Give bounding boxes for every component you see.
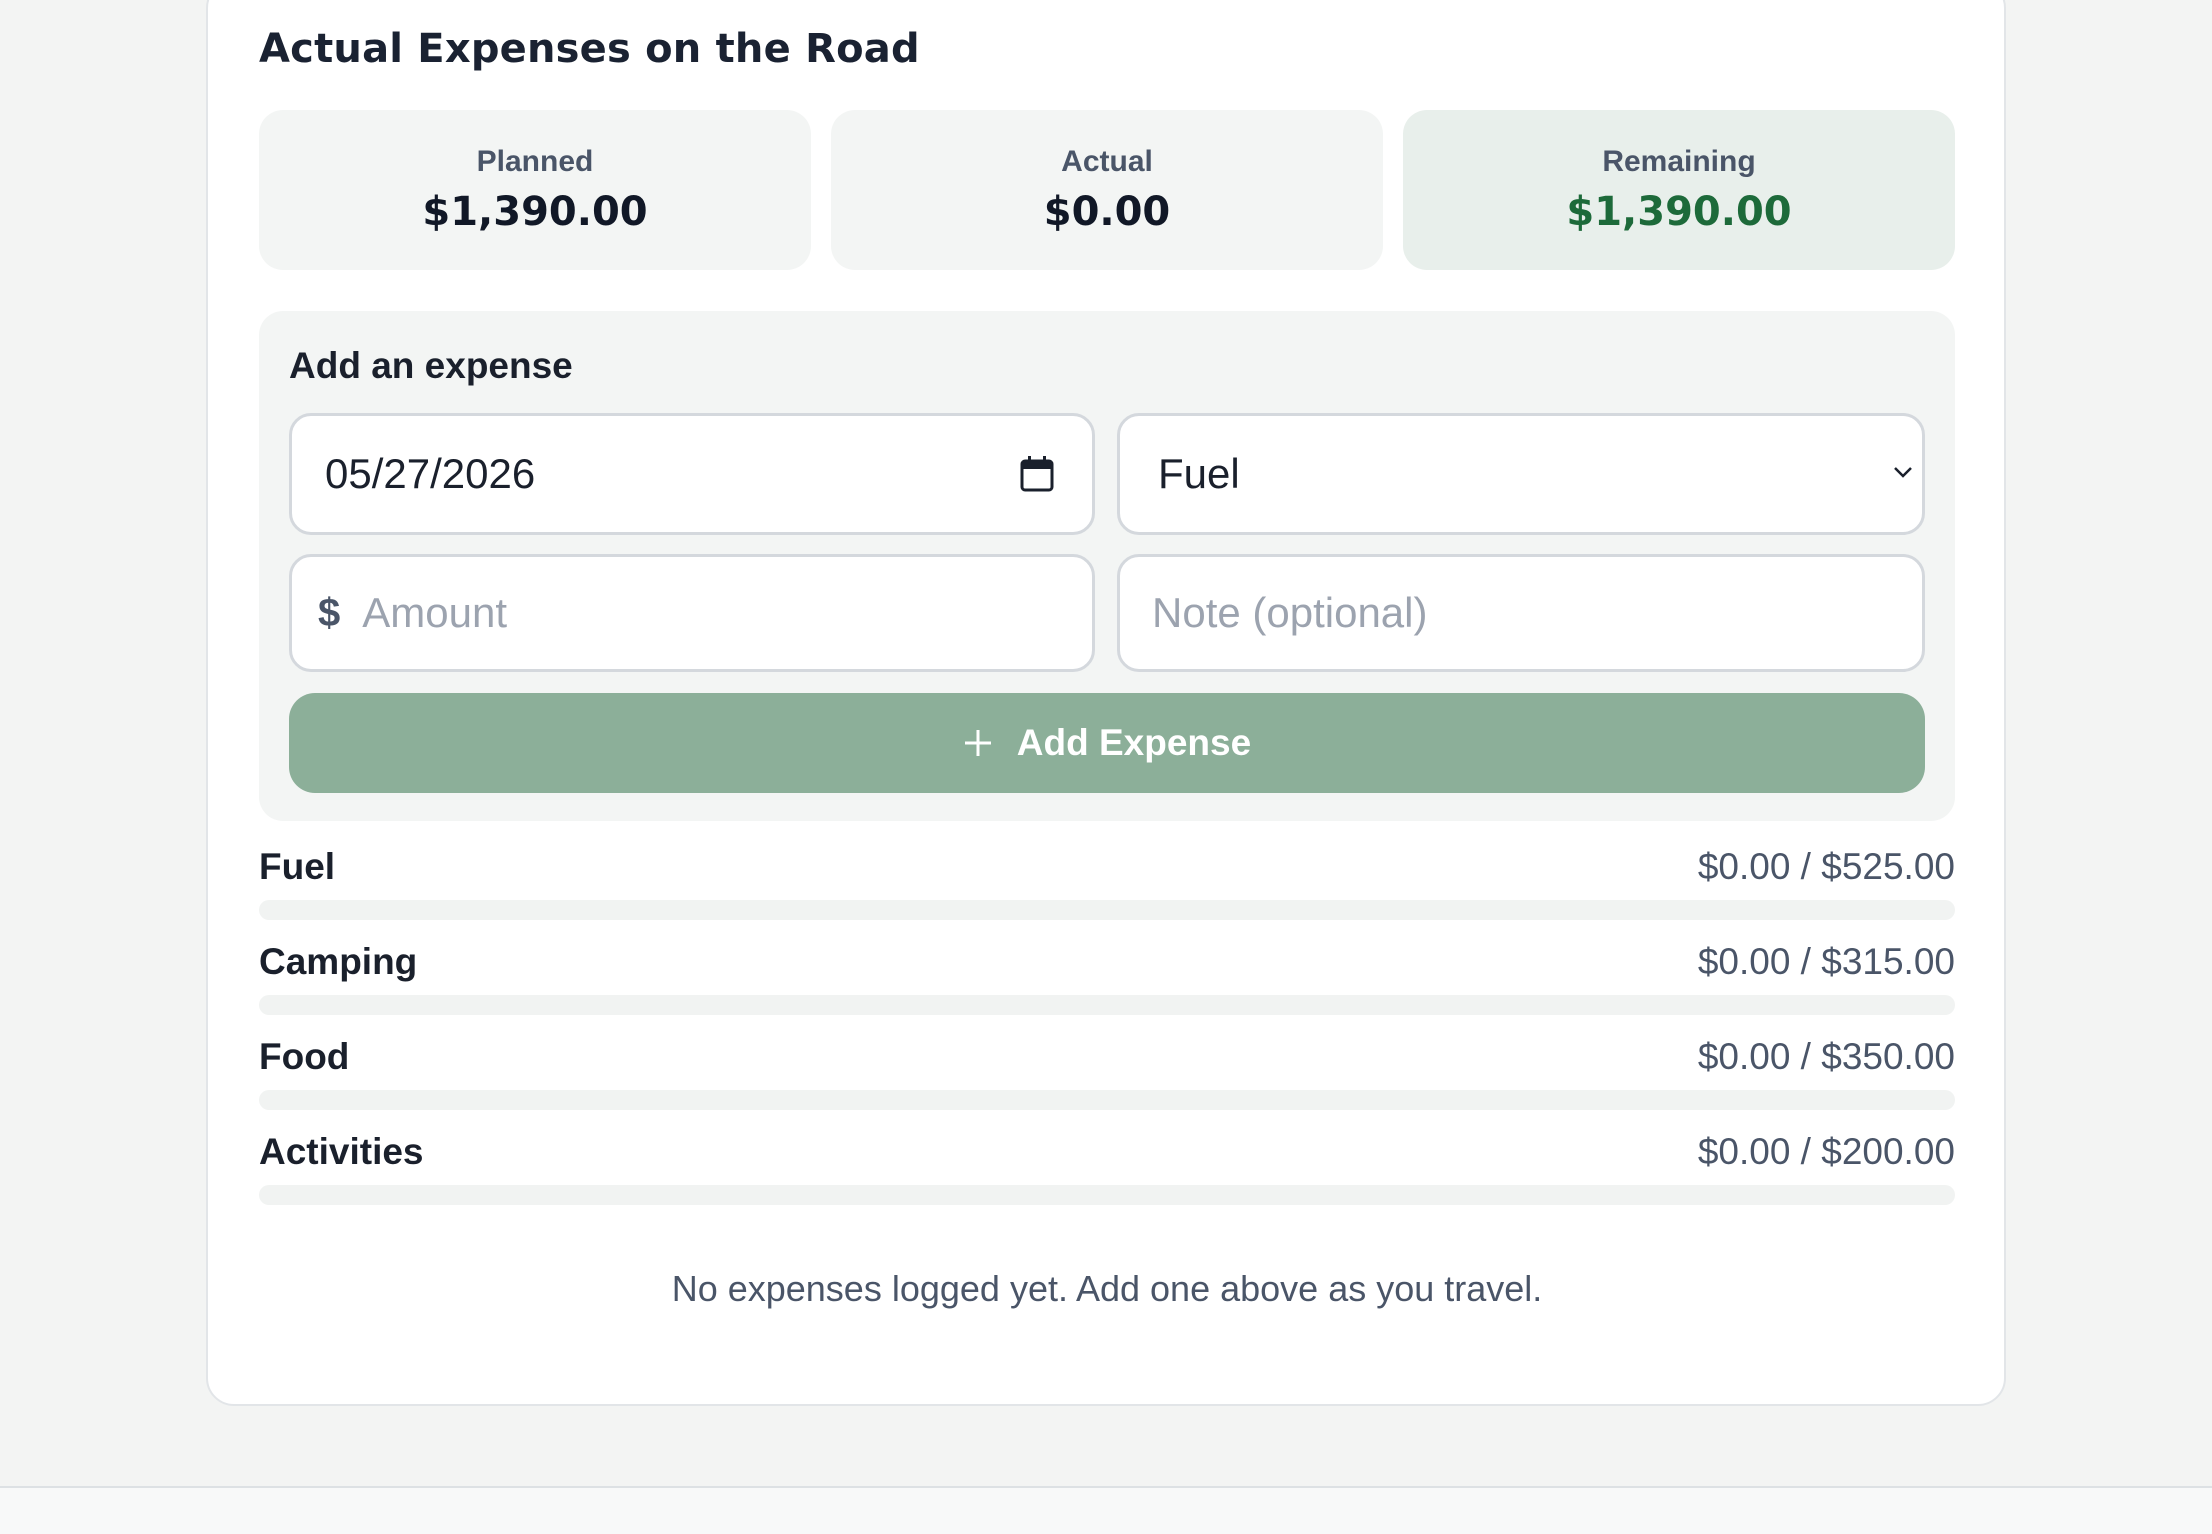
actual-stat: Actual $0.00 bbox=[831, 110, 1383, 270]
note-input[interactable]: Note (optional) bbox=[1117, 554, 1925, 672]
planned-stat: Planned $1,390.00 bbox=[259, 110, 811, 270]
date-value: 05/27/2026 bbox=[325, 450, 536, 497]
category-name: Food bbox=[259, 1036, 350, 1077]
empty-state-message: No expenses logged yet. Add one above as… bbox=[671, 1268, 1543, 1309]
actual-value: $0.00 bbox=[1043, 189, 1171, 235]
category-progress-bar bbox=[259, 995, 1955, 1015]
expenses-card: Actual Expenses on the Road Planned $1,3… bbox=[206, 0, 2006, 1406]
category-progress-bar bbox=[259, 900, 1955, 920]
note-placeholder: Note (optional) bbox=[1152, 589, 1428, 636]
category-amount: $0.00 / $200.00 bbox=[1697, 1131, 1955, 1172]
footer-bar bbox=[0, 1486, 2212, 1534]
calendar-icon[interactable] bbox=[1020, 456, 1054, 492]
actual-label: Actual bbox=[1061, 145, 1153, 178]
category-row: Activities $0.00 / $200.00 bbox=[259, 1127, 1955, 1222]
category-row: Food $0.00 / $350.00 bbox=[259, 1032, 1955, 1127]
category-name: Fuel bbox=[259, 846, 336, 887]
chevron-down-icon bbox=[1894, 467, 1912, 478]
category-amount: $0.00 / $525.00 bbox=[1697, 846, 1955, 887]
add-expense-label: Add Expense bbox=[1016, 722, 1252, 763]
category-row: Fuel $0.00 / $525.00 bbox=[259, 842, 1955, 937]
category-progress-bar bbox=[259, 1090, 1955, 1110]
category-select[interactable]: Fuel bbox=[1117, 413, 1925, 535]
amount-placeholder: Amount bbox=[362, 589, 507, 636]
currency-symbol: $ bbox=[318, 590, 341, 635]
section-title: Actual Expenses on the Road bbox=[259, 26, 920, 72]
amount-input[interactable]: $ Amount bbox=[289, 554, 1095, 672]
remaining-value: $1,390.00 bbox=[1566, 189, 1792, 235]
form-title: Add an expense bbox=[289, 345, 573, 386]
summary-stats: Planned $1,390.00 Actual $0.00 Remaining… bbox=[259, 110, 1955, 270]
category-progress-bar bbox=[259, 1185, 1955, 1205]
category-progress-list: Fuel $0.00 / $525.00 Camping $0.00 / $31… bbox=[259, 842, 1955, 1222]
add-expense-form: Add an expense 05/27/2026 Fuel $ Amount … bbox=[259, 311, 1955, 821]
category-name: Camping bbox=[259, 941, 418, 982]
planned-label: Planned bbox=[476, 145, 594, 178]
planned-value: $1,390.00 bbox=[422, 189, 648, 235]
remaining-label: Remaining bbox=[1602, 145, 1756, 178]
category-selected: Fuel bbox=[1158, 450, 1240, 497]
category-row: Camping $0.00 / $315.00 bbox=[259, 937, 1955, 1032]
remaining-stat: Remaining $1,390.00 bbox=[1403, 110, 1955, 270]
category-amount: $0.00 / $350.00 bbox=[1697, 1036, 1955, 1077]
date-input[interactable]: 05/27/2026 bbox=[289, 413, 1095, 535]
category-amount: $0.00 / $315.00 bbox=[1697, 941, 1955, 982]
plus-icon bbox=[964, 730, 991, 756]
category-name: Activities bbox=[259, 1131, 424, 1172]
add-expense-button[interactable]: Add Expense bbox=[289, 693, 1925, 793]
